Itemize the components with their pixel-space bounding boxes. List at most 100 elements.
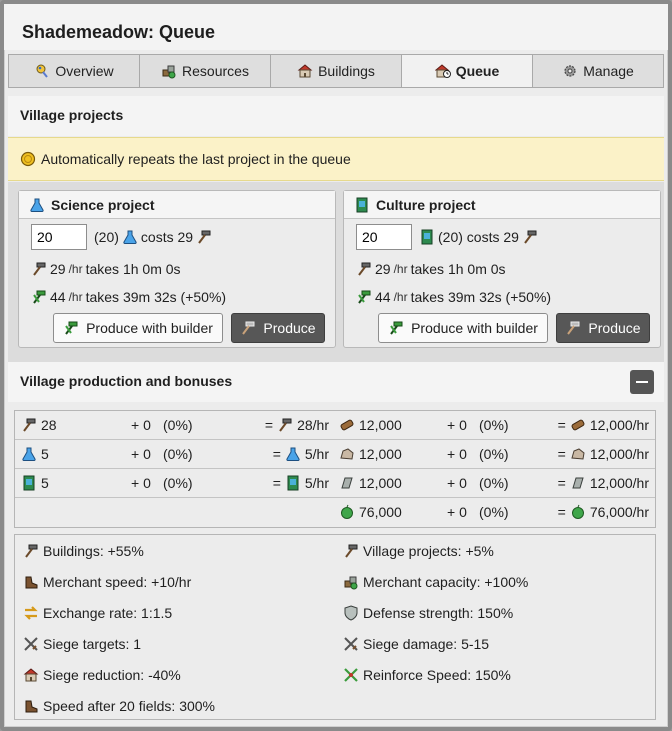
cost-text: costs 29: [140, 229, 194, 245]
production-row: 76,000 + 0 (0%) = 76,000/hr: [15, 498, 655, 527]
base-value: 5: [41, 446, 49, 462]
bonus-value: + 0: [131, 417, 151, 433]
bonus-value: + 0: [131, 475, 151, 491]
bonus-percent: (0%): [163, 417, 193, 433]
swords-icon: [344, 637, 358, 651]
gear-icon: [564, 65, 576, 77]
rate-unit: /hr: [393, 290, 408, 304]
duration-text: takes 1h 0m 0s: [410, 261, 506, 277]
equals-sign: =: [272, 446, 281, 462]
bonus-percent: (0%): [479, 446, 509, 462]
bonus-text: Merchant speed: +10/hr: [43, 574, 192, 590]
total-value: 12,000/hr: [589, 446, 649, 462]
tab-label: Overview: [55, 63, 114, 79]
production-cell-right: 12,000 + 0 (0%) = 12,000/hr: [335, 469, 655, 497]
rate-unit: /hr: [68, 262, 83, 276]
production-cell-left: 28 + 0 (0%) = 28/hr: [15, 411, 335, 439]
food-icon: [571, 504, 584, 519]
building-icon: [297, 64, 313, 78]
exchange-icon: [24, 606, 38, 620]
collapse-button[interactable]: [630, 370, 654, 394]
culture-quantity-input[interactable]: [356, 224, 412, 250]
iron-icon: [572, 477, 584, 489]
flask-icon: [22, 447, 36, 461]
bonus-text: Exchange rate: 1:1.5: [43, 605, 173, 621]
iron-icon: [341, 477, 353, 489]
production-table: 28 + 0 (0%) = 28/hr 12,000 + 0 (0%) = 12,0…: [14, 410, 656, 528]
hammer-icon: [198, 230, 211, 244]
rate-value: 29: [50, 261, 66, 277]
minus-icon: [636, 381, 648, 383]
tab-buildings[interactable]: Buildings: [271, 55, 402, 87]
production-row: 5 + 0 (0%) = 5/hr 12,000 + 0 (0%) = 12,000…: [15, 469, 655, 498]
rate-unit: /hr: [68, 290, 83, 304]
bonus-siege-targets: Siege targets: 1: [23, 636, 141, 652]
total-value: 12,000/hr: [589, 475, 649, 491]
tab-label: Resources: [182, 63, 249, 79]
equals-sign: =: [557, 475, 566, 491]
culture-produce-button[interactable]: Produce: [556, 313, 650, 343]
bonuses-panel: Buildings: +55% Village projects: +5% Me…: [14, 534, 656, 720]
bonus-value: + 0: [447, 504, 467, 520]
tab-label: Manage: [583, 63, 634, 79]
queue-window: Shademeadow: Queue Overview Resources Bu…: [0, 0, 672, 731]
culture-produce-with-builder-button[interactable]: Produce with builder: [378, 313, 548, 343]
bonus-text: Siege targets: 1: [43, 636, 142, 652]
tab-overview[interactable]: Overview: [9, 55, 140, 87]
painting-icon: [23, 475, 35, 491]
production-cell-left: 5 + 0 (0%) = 5/hr: [15, 440, 335, 468]
boot-icon: [25, 576, 38, 589]
count-text: (20): [94, 229, 119, 245]
builder-hammer-icon: [33, 290, 46, 304]
quantity-row: (20) costs 29: [31, 224, 212, 250]
builder-hammer-icon: [65, 321, 78, 335]
bonus-village-projects: Village projects: +5%: [343, 543, 494, 559]
builder-hammer-icon: [390, 321, 403, 335]
science-produce-with-builder-button[interactable]: Produce with builder: [53, 313, 223, 343]
builder-hammer-icon: [358, 290, 371, 304]
bonus-text: Defense strength: 150%: [363, 605, 514, 621]
bonus-defense-strength: Defense strength: 150%: [343, 605, 513, 621]
bonus-percent: (0%): [163, 475, 193, 491]
bonus-value: + 0: [131, 446, 151, 462]
hammer-icon: [25, 544, 38, 558]
painting-icon: [421, 229, 433, 245]
title-bar: Shademeadow: Queue: [4, 4, 668, 50]
science-quantity-input[interactable]: [31, 224, 87, 250]
total-value: 28/hr: [297, 417, 329, 433]
reinforce-icon: [344, 668, 358, 682]
rate-row: 29/hr takes 1h 0m 0s: [356, 261, 506, 277]
production-row: 5 + 0 (0%) = 5/hr 12,000 + 0 (0%) = 12,000…: [15, 440, 655, 469]
project-cards: Science project (20) costs 29 29/hr take…: [8, 182, 664, 362]
bonus-percent: (0%): [163, 446, 193, 462]
repeat-notice: Automatically repeats the last project i…: [8, 137, 664, 181]
card-title: Culture project: [376, 196, 476, 213]
duration-text: takes 39m 32s (+50%): [410, 289, 552, 305]
bonus-buildings: Buildings: +55%: [23, 543, 144, 559]
card-header: Science project: [19, 191, 335, 219]
coin-icon: [20, 151, 36, 167]
tab-queue[interactable]: Queue: [402, 55, 533, 87]
section-title: Village production and bonuses: [20, 373, 233, 389]
tab-manage[interactable]: Manage: [533, 55, 663, 87]
flask-icon: [286, 447, 300, 461]
quantity-row: (20) costs 29: [356, 224, 538, 250]
bonus-percent: (0%): [479, 417, 509, 433]
tab-bar: Overview Resources Buildings Queue Manag…: [8, 54, 664, 88]
production-header: Village production and bonuses: [8, 362, 664, 402]
duration-text: takes 39m 32s (+50%): [85, 289, 227, 305]
bonus-text: Speed after 20 fields: 300%: [43, 698, 216, 714]
bonus-merchant-speed: Merchant speed: +10/hr: [23, 574, 191, 590]
tab-resources[interactable]: Resources: [140, 55, 271, 87]
bonus-value: + 0: [447, 446, 467, 462]
total-value: 76,000/hr: [589, 504, 649, 520]
rate-unit: /hr: [393, 262, 408, 276]
equals-sign: =: [557, 504, 566, 520]
science-produce-button[interactable]: Produce: [231, 313, 325, 343]
hammer-icon: [358, 262, 371, 276]
cost-text: (20) costs 29: [438, 229, 519, 245]
painting-icon: [356, 197, 368, 212]
production-cell-right: 12,000 + 0 (0%) = 12,000/hr: [335, 440, 655, 468]
food-icon: [341, 504, 353, 519]
wood-icon: [571, 419, 585, 431]
